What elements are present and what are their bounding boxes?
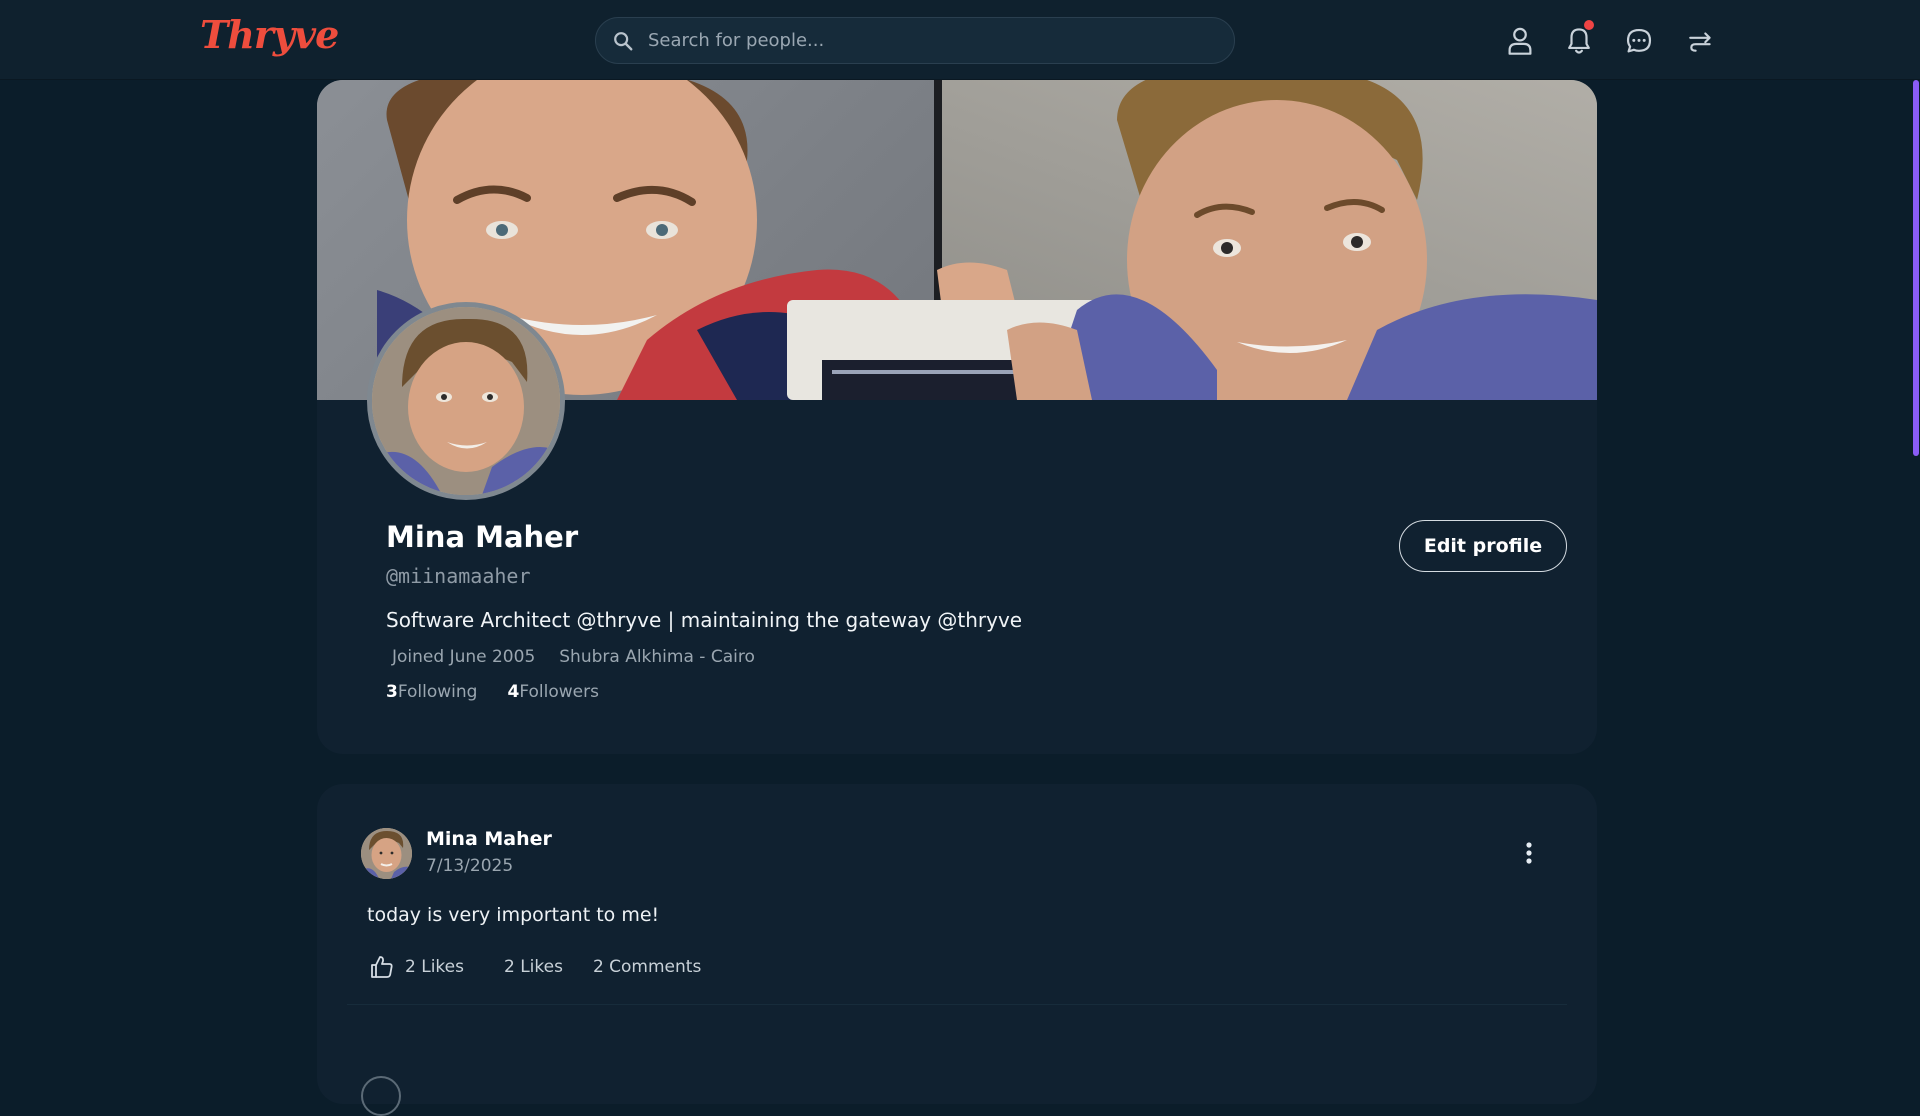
followers-count: 4 — [507, 682, 520, 702]
search-icon — [614, 32, 633, 51]
post-text: today is very important to me! — [367, 904, 660, 926]
more-vertical-icon — [1526, 842, 1532, 864]
post-actions: 2 Likes 2 Likes 2 Comments — [369, 954, 701, 980]
like-button[interactable]: 2 Likes — [369, 954, 464, 980]
profile-nav-button[interactable] — [1503, 24, 1537, 58]
followers-label: Followers — [519, 682, 599, 702]
post-options-button[interactable] — [1517, 836, 1541, 870]
search-bar[interactable] — [595, 17, 1235, 64]
likes-count[interactable]: 2 Likes — [504, 957, 563, 977]
profile-avatar[interactable] — [367, 302, 565, 500]
profile-bio: Software Architect @thryve | maintaining… — [386, 608, 1023, 632]
following-count: 3 — [386, 682, 398, 702]
profile-meta: Joined June 2005 Shubra Alkhima - Cairo — [386, 647, 755, 667]
top-navigation-bar: Thryve — [0, 0, 1920, 80]
followers-link[interactable]: 4Followers — [507, 682, 598, 702]
profile-avatar-photo — [372, 307, 560, 495]
logout-icon — [1689, 32, 1711, 52]
app-logo[interactable]: Thryve — [200, 12, 339, 57]
post-author-avatar[interactable] — [361, 828, 412, 879]
search-input[interactable] — [646, 18, 1216, 63]
post-author-avatar-photo — [361, 828, 412, 879]
chat-icon — [1626, 28, 1652, 53]
page-scrollbar-thumb[interactable] — [1913, 80, 1919, 456]
profile-card: Mina Maher @miinamaaher Software Archite… — [317, 80, 1597, 754]
following-link[interactable]: 3Following — [386, 682, 477, 702]
next-post-avatar[interactable] — [361, 1076, 401, 1116]
profile-stats: 3Following 4Followers — [386, 682, 599, 702]
notification-badge-dot — [1584, 20, 1594, 30]
comments-count[interactable]: 2 Comments — [593, 957, 701, 977]
profile-name: Mina Maher — [386, 520, 579, 554]
post-divider — [347, 1004, 1567, 1005]
notifications-button[interactable] — [1562, 20, 1596, 58]
post-date: 7/13/2025 — [426, 856, 514, 876]
thumbs-up-icon — [371, 956, 393, 978]
bell-icon — [1568, 28, 1590, 54]
profile-handle: @miinamaaher — [386, 564, 531, 588]
post-author-name[interactable]: Mina Maher — [426, 828, 552, 850]
logout-button[interactable] — [1684, 24, 1718, 58]
messages-button[interactable] — [1622, 24, 1656, 58]
joined-date: Joined June 2005 — [392, 647, 536, 667]
post-card: Mina Maher 7/13/2025 today is very impor… — [317, 784, 1597, 1116]
profile-location: Shubra Alkhima - Cairo — [559, 647, 755, 667]
like-button-label: 2 Likes — [405, 957, 464, 977]
edit-profile-button[interactable]: Edit profile — [1399, 520, 1567, 572]
following-label: Following — [397, 682, 478, 702]
user-icon — [1508, 27, 1532, 55]
